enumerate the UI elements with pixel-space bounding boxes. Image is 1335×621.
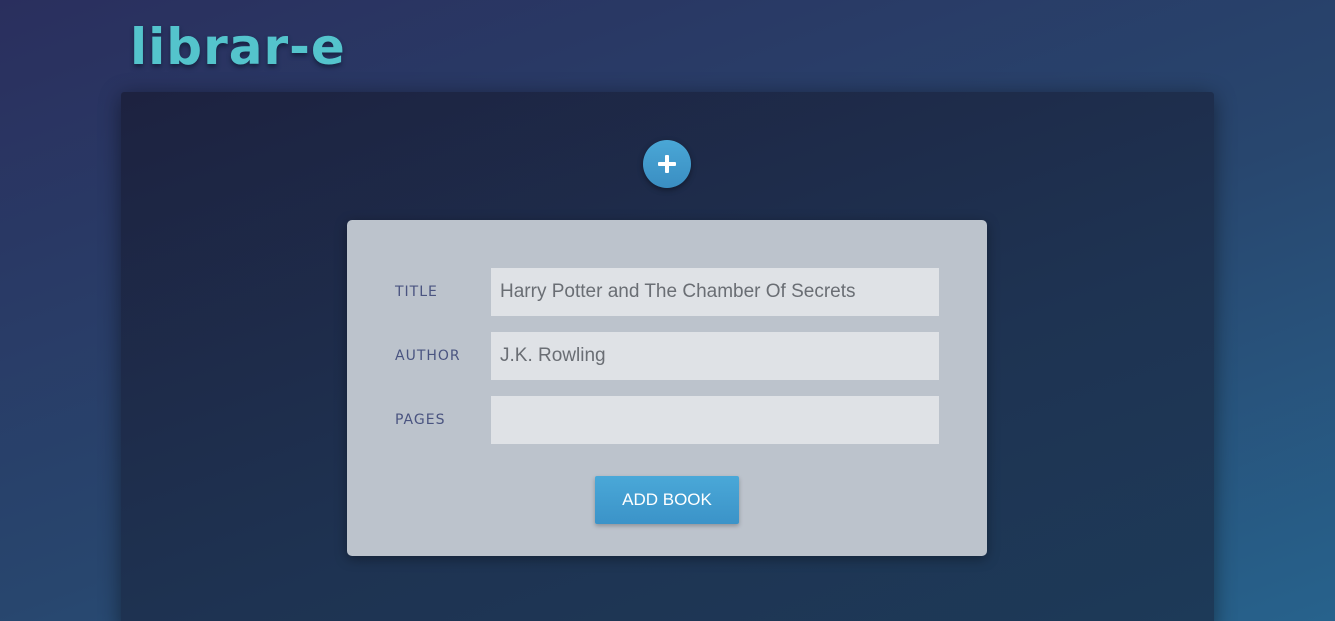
title-label: TITLE — [395, 284, 438, 300]
add-book-button[interactable]: ADD BOOK — [595, 476, 739, 524]
add-book-toggle-button[interactable] — [643, 140, 691, 188]
plus-icon — [658, 155, 676, 173]
add-book-form: TITLE AUTHOR PAGES ADD BOOK — [347, 220, 987, 556]
author-field-row: AUTHOR — [395, 332, 939, 380]
pages-input[interactable] — [491, 396, 939, 444]
pages-label: PAGES — [395, 412, 446, 428]
title-field-row: TITLE — [395, 268, 939, 316]
app-logo: librar-e — [130, 18, 346, 76]
author-label: AUTHOR — [395, 348, 461, 364]
pages-field-row: PAGES — [395, 396, 939, 444]
title-input[interactable] — [491, 268, 939, 316]
author-input[interactable] — [491, 332, 939, 380]
